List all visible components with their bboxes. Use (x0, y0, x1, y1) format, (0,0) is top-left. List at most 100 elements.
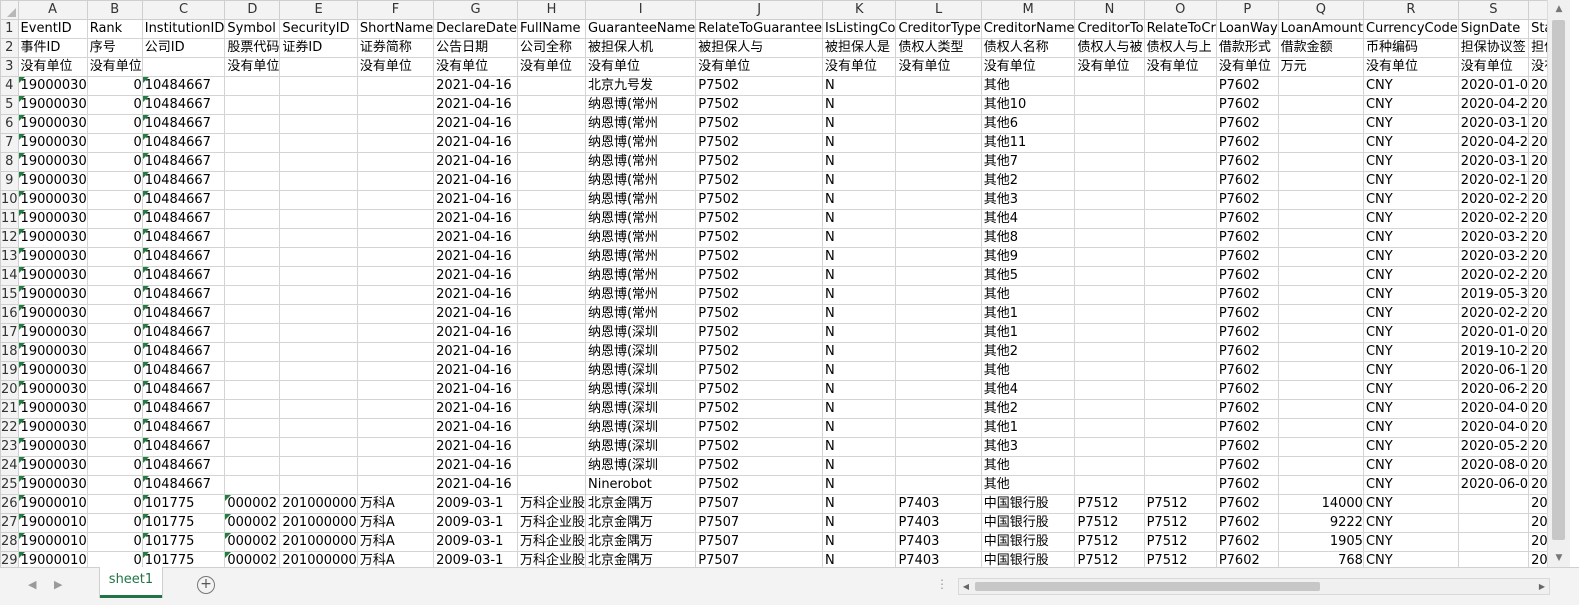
cell-g8[interactable]: 2021-04-16 (433, 152, 518, 172)
cell-m9[interactable]: 其他2 (980, 171, 1076, 191)
cell-n20[interactable] (1074, 380, 1145, 400)
cell-h22[interactable] (516, 418, 586, 438)
cell-h28[interactable]: 万科企业股 (516, 532, 586, 552)
cell-n28[interactable]: P7512 (1074, 532, 1145, 552)
cell-h1[interactable]: FullName (516, 19, 586, 39)
cell-f19[interactable] (356, 361, 435, 381)
cell-q22[interactable] (1277, 418, 1364, 438)
cell-r13[interactable]: CNY (1362, 247, 1459, 267)
cell-d24[interactable] (224, 456, 281, 476)
cell-f7[interactable] (356, 133, 435, 153)
cell-b20[interactable]: 0 (86, 380, 143, 400)
column-header-q[interactable]: Q (1277, 0, 1364, 20)
cell-l8[interactable] (895, 152, 982, 172)
cell-s15[interactable]: 2019-05-3 (1457, 285, 1530, 305)
cell-b4[interactable]: 0 (86, 76, 143, 96)
cell-q25[interactable] (1277, 475, 1364, 495)
row-header[interactable]: 24 (0, 456, 19, 476)
cell-r7[interactable]: CNY (1362, 133, 1459, 153)
cell-a26[interactable]: 19000010 (17, 494, 88, 514)
cell-n4[interactable] (1074, 76, 1145, 96)
column-header-j[interactable]: J (695, 0, 823, 20)
cell-j4[interactable]: P7502 (695, 76, 823, 96)
cell-g28[interactable]: 2009-03-1 (433, 532, 518, 552)
cell-t17[interactable]: 2020-01-0 (1528, 323, 1547, 343)
cell-j7[interactable]: P7502 (695, 133, 823, 153)
cell-q3[interactable]: 万元 (1277, 57, 1364, 77)
cell-d5[interactable] (224, 95, 281, 115)
cell-l25[interactable] (895, 475, 982, 495)
column-header-o[interactable]: O (1143, 0, 1217, 20)
row-header[interactable]: 4 (0, 76, 19, 96)
cell-r4[interactable]: CNY (1362, 76, 1459, 96)
cell-j24[interactable]: P7502 (695, 456, 823, 476)
cell-l10[interactable] (895, 190, 982, 210)
cell-m14[interactable]: 其他5 (980, 266, 1076, 286)
column-header-r[interactable]: R (1362, 0, 1459, 20)
cell-n13[interactable] (1074, 247, 1145, 267)
next-sheet-arrow-icon[interactable]: ▶ (54, 578, 62, 591)
cell-q28[interactable]: 1905 (1277, 532, 1364, 552)
cell-h14[interactable] (516, 266, 586, 286)
cell-r23[interactable]: CNY (1362, 437, 1459, 457)
cell-o11[interactable] (1143, 209, 1217, 229)
cell-m11[interactable]: 其他4 (980, 209, 1076, 229)
cell-c19[interactable]: 10484667 (141, 361, 226, 381)
cell-r14[interactable]: CNY (1362, 266, 1459, 286)
cell-j13[interactable]: P7502 (695, 247, 823, 267)
cell-a10[interactable]: 19000030 (17, 190, 88, 210)
cell-c16[interactable]: 10484667 (141, 304, 226, 324)
cell-q2[interactable]: 借款金额 (1277, 38, 1364, 58)
cell-q8[interactable] (1277, 152, 1364, 172)
cell-r17[interactable]: CNY (1362, 323, 1459, 343)
column-header-l[interactable]: L (895, 0, 982, 20)
cell-m12[interactable]: 其他8 (980, 228, 1076, 248)
row-header[interactable]: 10 (0, 190, 19, 210)
cell-t24[interactable]: 2020-08-0 (1528, 456, 1547, 476)
cell-b21[interactable]: 0 (86, 399, 143, 419)
cell-l26[interactable]: P7403 (895, 494, 982, 514)
cell-f21[interactable] (356, 399, 435, 419)
cell-q5[interactable] (1277, 95, 1364, 115)
cell-t11[interactable]: 2020-02-2 (1528, 209, 1547, 229)
cell-b16[interactable]: 0 (86, 304, 143, 324)
cell-s1[interactable]: SignDate (1457, 19, 1530, 39)
cell-l4[interactable] (895, 76, 982, 96)
cell-g21[interactable]: 2021-04-16 (433, 399, 518, 419)
cell-b7[interactable]: 0 (86, 133, 143, 153)
cell-s28[interactable] (1457, 532, 1530, 552)
cell-t6[interactable]: 2020-03-1 (1528, 114, 1547, 134)
cell-c18[interactable]: 10484667 (141, 342, 226, 362)
cell-f29[interactable]: 万科A (356, 551, 435, 567)
cell-i28[interactable]: 北京金隅万 (584, 532, 697, 552)
cell-o24[interactable] (1143, 456, 1217, 476)
cell-p7[interactable]: P7602 (1215, 133, 1279, 153)
cell-e20[interactable] (279, 380, 358, 400)
horizontal-scroll-thumb[interactable] (975, 582, 1320, 591)
cell-h27[interactable]: 万科企业股 (516, 513, 586, 533)
cell-d9[interactable] (224, 171, 281, 191)
cell-i15[interactable]: 纳恩博(常州 (584, 285, 697, 305)
cell-k28[interactable]: N (821, 532, 897, 552)
cell-t14[interactable]: 2020-02-2 (1528, 266, 1547, 286)
cell-n1[interactable]: CreditorTo (1074, 19, 1145, 39)
cell-e15[interactable] (279, 285, 358, 305)
scroll-left-arrow-icon[interactable]: ◀ (959, 579, 973, 594)
cell-e29[interactable]: 201000000 (279, 551, 358, 567)
cell-n26[interactable]: P7512 (1074, 494, 1145, 514)
cell-s2[interactable]: 担保协议签 (1457, 38, 1530, 58)
cell-g24[interactable]: 2021-04-16 (433, 456, 518, 476)
cell-n25[interactable] (1074, 475, 1145, 495)
row-header[interactable]: 18 (0, 342, 19, 362)
cell-j3[interactable]: 没有单位 (695, 57, 823, 77)
cell-a3[interactable]: 没有单位 (17, 57, 88, 77)
cell-c2[interactable]: 公司ID (141, 38, 226, 58)
cell-g27[interactable]: 2009-03-1 (433, 513, 518, 533)
cell-c23[interactable]: 10484667 (141, 437, 226, 457)
cell-s25[interactable]: 2020-06-0 (1457, 475, 1530, 495)
row-header[interactable]: 16 (0, 304, 19, 324)
cell-c9[interactable]: 10484667 (141, 171, 226, 191)
cell-f1[interactable]: ShortName (356, 19, 435, 39)
cell-n15[interactable] (1074, 285, 1145, 305)
cell-b24[interactable]: 0 (86, 456, 143, 476)
